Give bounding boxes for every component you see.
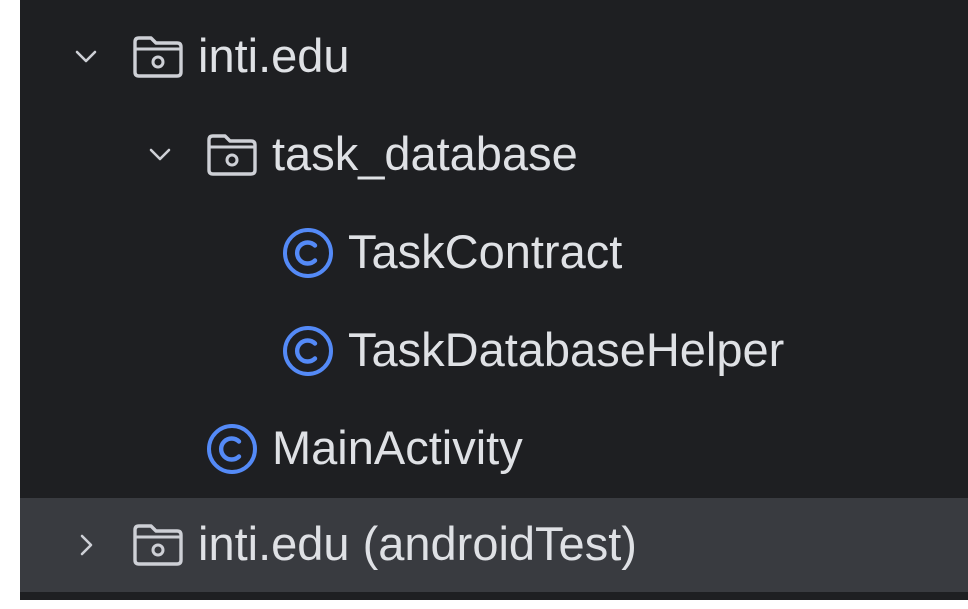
tree-item-inti-edu[interactable]: inti.edu [20,8,968,106]
package-folder-icon [130,517,186,573]
tree-item-label: task_database [272,126,578,180]
tree-item-label: TaskContract [348,224,623,278]
project-tree: inti.edu task_database TaskContract Task… [20,8,968,592]
chevron-down-icon[interactable] [68,39,104,75]
chevron-down-icon[interactable] [142,137,178,173]
tree-item-label: inti.edu (androidTest) [198,516,637,570]
class-icon [204,421,260,477]
package-folder-icon [130,29,186,85]
tree-item-inti-edu-androidtest[interactable]: inti.edu (androidTest) [20,498,968,592]
tree-item-task-database[interactable]: task_database [20,106,968,204]
tree-item-taskdatabasehelper[interactable]: TaskDatabaseHelper [20,302,968,400]
package-folder-icon [204,127,260,183]
class-icon [280,225,336,281]
project-tree-panel: inti.edu task_database TaskContract Task… [20,0,968,600]
tree-item-label: inti.edu [198,28,350,82]
tree-item-label: TaskDatabaseHelper [348,322,785,376]
tree-item-label: MainActivity [272,420,523,474]
tree-item-mainactivity[interactable]: MainActivity [20,400,968,498]
class-icon [280,323,336,379]
tree-item-taskcontract[interactable]: TaskContract [20,204,968,302]
chevron-right-icon[interactable] [68,527,104,563]
